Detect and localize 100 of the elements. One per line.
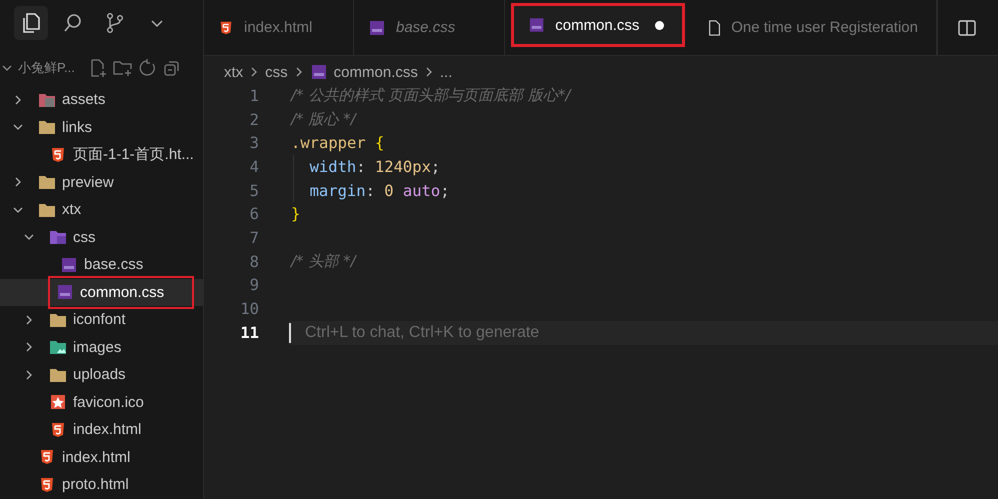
line-number: 1 — [248, 86, 259, 105]
html5-file-icon — [218, 20, 234, 36]
tree-item[interactable]: index.html — [0, 416, 203, 444]
file-name: css — [73, 228, 96, 246]
tree-item[interactable]: base.css — [0, 251, 203, 278]
html5-file-icon — [38, 449, 56, 466]
split-editor-icon[interactable] — [958, 20, 976, 36]
file-name: index.html — [62, 448, 130, 466]
file-name: base.css — [84, 256, 144, 274]
tab-label: common.css — [555, 16, 640, 34]
chevron-right-icon — [424, 66, 434, 78]
folder-icon — [38, 119, 56, 136]
tab-label: base.css — [396, 19, 456, 36]
tree-item[interactable]: common.css — [0, 278, 203, 306]
code-token: 0 — [384, 182, 394, 200]
code-token: .wrapper — [291, 134, 366, 152]
line-number: 3 — [248, 134, 259, 152]
html5-file-icon — [49, 422, 67, 438]
file-name: images — [73, 338, 122, 356]
folder-icon — [49, 339, 67, 356]
code-token: } — [291, 205, 300, 224]
file-name: assets — [62, 91, 106, 108]
html5-file-icon — [38, 476, 56, 493]
code-token: margin — [310, 182, 366, 200]
inline-hint: Ctrl+L to chat, Ctrl+K to generate — [305, 324, 540, 342]
chevron-right-icon — [249, 66, 260, 78]
code-token: { — [374, 134, 384, 152]
css-file-icon — [528, 17, 546, 33]
line-number: 8 — [248, 252, 259, 271]
file-name: links — [62, 118, 92, 136]
file-name: proto.html — [62, 476, 129, 494]
chevron-down-icon[interactable] — [2, 63, 12, 73]
editor-tab[interactable]: base.css — [354, 0, 505, 55]
code-token: : — [356, 158, 366, 176]
file-name: preview — [62, 174, 114, 191]
tree-item[interactable]: assets — [0, 86, 203, 114]
tree-item[interactable]: css — [0, 224, 203, 251]
star-file-icon — [49, 394, 67, 410]
code-token: width — [310, 158, 356, 176]
tree-item[interactable]: proto.html — [0, 471, 203, 498]
tree-item[interactable]: uploads — [0, 361, 203, 388]
code-token: /* 公共的样式 页面头部与页面底部 版心*/ — [291, 86, 570, 106]
tab-label: index.html — [244, 19, 312, 36]
html5-file-icon — [49, 146, 67, 163]
file-name: 页面-1-1-首页.ht... — [73, 145, 194, 164]
file-name: favicon.ico — [73, 394, 144, 411]
collapse-all-icon[interactable] — [162, 59, 181, 77]
chevron-right-icon — [294, 66, 304, 78]
tree-item[interactable]: images — [0, 334, 203, 361]
tree-item[interactable]: favicon.ico — [0, 388, 203, 416]
folder-icon — [49, 312, 67, 328]
css-file-icon — [56, 284, 74, 300]
code-token: 1240px — [374, 158, 431, 176]
editor-tab[interactable]: One time user Registeration — [693, 0, 937, 55]
code-token: : — [366, 182, 375, 200]
editor-tab[interactable]: common.css — [511, 3, 686, 47]
line-number: 9 — [248, 276, 259, 294]
css-file-icon — [368, 20, 386, 36]
file-name: iconfont — [73, 311, 126, 328]
refresh-icon[interactable] — [138, 59, 157, 77]
file-name: uploads — [73, 366, 126, 384]
folder-icon — [38, 174, 56, 190]
editor-tab[interactable]: index.html — [204, 0, 354, 55]
tree-item[interactable]: index.html — [0, 444, 203, 471]
file-name: xtx — [62, 201, 82, 218]
tree-item[interactable]: preview — [0, 168, 203, 196]
code-token: /* 头部 */ — [291, 252, 356, 272]
line-number: 6 — [248, 205, 259, 224]
tree-item[interactable]: iconfont — [0, 306, 203, 334]
file-name: common.css — [80, 284, 164, 301]
folder-icon — [49, 229, 67, 246]
line-number: 11 — [239, 324, 259, 342]
code-token: ; — [430, 158, 440, 176]
breadcrumb-item[interactable]: ... — [440, 64, 452, 80]
file-icon — [707, 18, 722, 36]
tree-item[interactable]: xtx — [0, 196, 203, 224]
line-number: 2 — [248, 110, 259, 129]
folder-icon — [38, 92, 56, 108]
css-file-icon — [60, 256, 78, 273]
new-folder-icon[interactable] — [112, 59, 133, 77]
line-number: 4 — [248, 158, 259, 176]
project-title[interactable]: 小兔鲜P... — [18, 59, 75, 77]
line-number: 5 — [248, 182, 259, 200]
tab-label: One time user Registeration — [731, 19, 918, 36]
line-number: 7 — [248, 228, 259, 247]
tree-item[interactable]: links — [0, 114, 203, 141]
new-file-icon[interactable] — [88, 59, 107, 77]
file-name: index.html — [73, 421, 142, 438]
breadcrumb-item[interactable]: css — [265, 64, 288, 80]
tree-item[interactable]: 页面-1-1-首页.ht... — [0, 141, 203, 168]
code-token: /* 版心 */ — [291, 110, 356, 130]
folder-icon — [38, 202, 56, 218]
folder-icon — [49, 366, 67, 383]
line-number: 10 — [239, 300, 259, 318]
code-token: ; — [440, 182, 450, 200]
explorer-icon[interactable] — [14, 6, 48, 40]
code-token: auto — [402, 182, 440, 200]
breadcrumb-item[interactable]: common.css — [334, 64, 418, 80]
css-file-icon — [310, 64, 328, 80]
breadcrumb-item[interactable]: xtx — [224, 64, 244, 80]
